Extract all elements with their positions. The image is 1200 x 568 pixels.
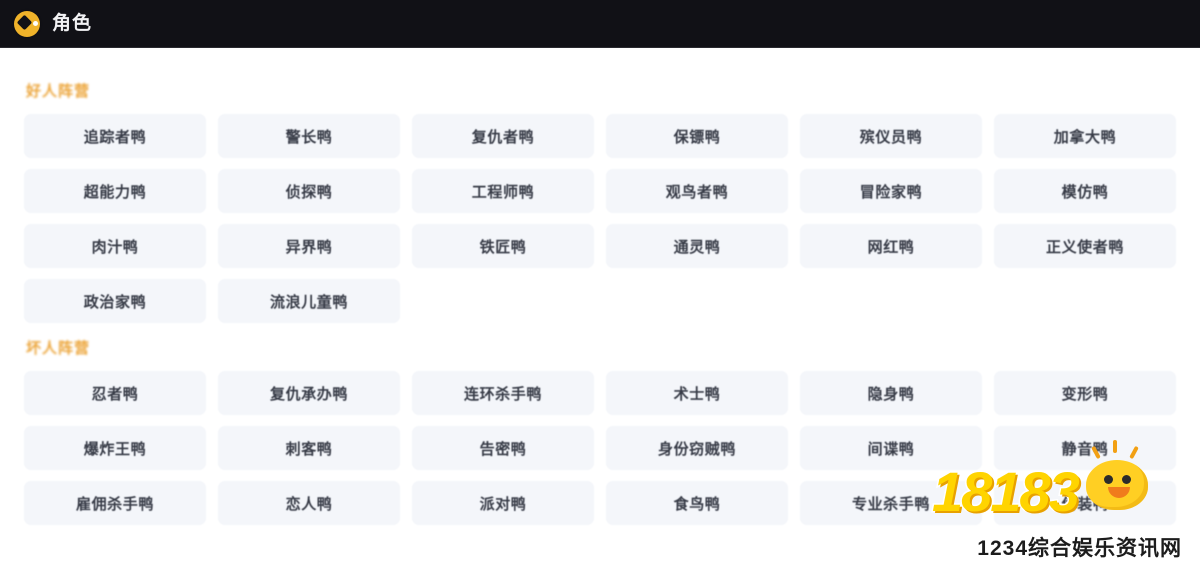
role-tag[interactable]: 政治家鸭 [24,279,206,323]
role-grid-bad-camp: 忍者鸭 复仇承办鸭 连环杀手鸭 术士鸭 隐身鸭 变形鸭 爆炸王鸭 刺客鸭 告密鸭… [24,371,1176,525]
role-tag[interactable]: 食鸟鸭 [606,481,788,525]
role-tag[interactable]: 复仇承办鸭 [218,371,400,415]
role-tag[interactable]: 恋人鸭 [218,481,400,525]
app-screen: 角色 好人阵营 追踪者鸭 警长鸭 复仇者鸭 保镖鸭 殡仪员鸭 加拿大鸭 超能力鸭… [0,0,1200,568]
role-tag[interactable]: 专业杀手鸭 [800,481,982,525]
role-tag[interactable]: 变形鸭 [994,371,1176,415]
role-tag[interactable]: 身份窃贼鸭 [606,426,788,470]
role-tag[interactable]: 间谍鸭 [800,426,982,470]
role-tag[interactable]: 伪装鸭 [994,481,1176,525]
goose-duck-logo-icon [14,10,40,37]
role-tag[interactable]: 网红鸭 [800,224,982,268]
role-tag[interactable]: 通灵鸭 [606,224,788,268]
role-tag[interactable]: 异界鸭 [218,224,400,268]
role-tag[interactable]: 追踪者鸭 [24,114,206,158]
page-title: 角色 [52,13,93,34]
role-tag[interactable]: 模仿鸭 [994,169,1176,213]
role-tag[interactable]: 告密鸭 [412,426,594,470]
app-header: 角色 [0,0,1200,48]
role-tag[interactable]: 超能力鸭 [24,169,206,213]
role-tag[interactable]: 侦探鸭 [218,169,400,213]
role-tag[interactable]: 刺客鸭 [218,426,400,470]
role-tag[interactable]: 加拿大鸭 [994,114,1176,158]
role-tag[interactable]: 隐身鸭 [800,371,982,415]
section-bad-camp: 坏人阵营 忍者鸭 复仇承办鸭 连环杀手鸭 术士鸭 隐身鸭 变形鸭 爆炸王鸭 刺客… [24,339,1176,525]
role-tag[interactable]: 流浪儿童鸭 [218,279,400,323]
role-tag[interactable]: 工程师鸭 [412,169,594,213]
role-tag[interactable]: 术士鸭 [606,371,788,415]
role-grid-good-camp: 追踪者鸭 警长鸭 复仇者鸭 保镖鸭 殡仪员鸭 加拿大鸭 超能力鸭 侦探鸭 工程师… [24,114,1176,323]
section-good-camp: 好人阵营 追踪者鸭 警长鸭 复仇者鸭 保镖鸭 殡仪员鸭 加拿大鸭 超能力鸭 侦探… [24,82,1176,323]
role-tag[interactable]: 殡仪员鸭 [800,114,982,158]
role-tag[interactable]: 警长鸭 [218,114,400,158]
role-tag[interactable]: 连环杀手鸭 [412,371,594,415]
role-tag[interactable]: 肉汁鸭 [24,224,206,268]
section-title-bad-camp: 坏人阵营 [26,340,91,357]
role-tag[interactable]: 观鸟者鸭 [606,169,788,213]
role-tag[interactable]: 忍者鸭 [24,371,206,415]
main-content: 好人阵营 追踪者鸭 警长鸭 复仇者鸭 保镖鸭 殡仪员鸭 加拿大鸭 超能力鸭 侦探… [0,48,1200,568]
role-tag[interactable]: 派对鸭 [412,481,594,525]
role-tag[interactable]: 正义使者鸭 [994,224,1176,268]
role-tag[interactable]: 静音鸭 [994,426,1176,470]
role-tag[interactable]: 保镖鸭 [606,114,788,158]
role-tag[interactable]: 雇佣杀手鸭 [24,481,206,525]
role-tag[interactable]: 爆炸王鸭 [24,426,206,470]
section-title-good-camp: 好人阵营 [26,83,91,100]
role-tag[interactable]: 冒险家鸭 [800,169,982,213]
role-tag[interactable]: 铁匠鸭 [412,224,594,268]
role-tag[interactable]: 复仇者鸭 [412,114,594,158]
